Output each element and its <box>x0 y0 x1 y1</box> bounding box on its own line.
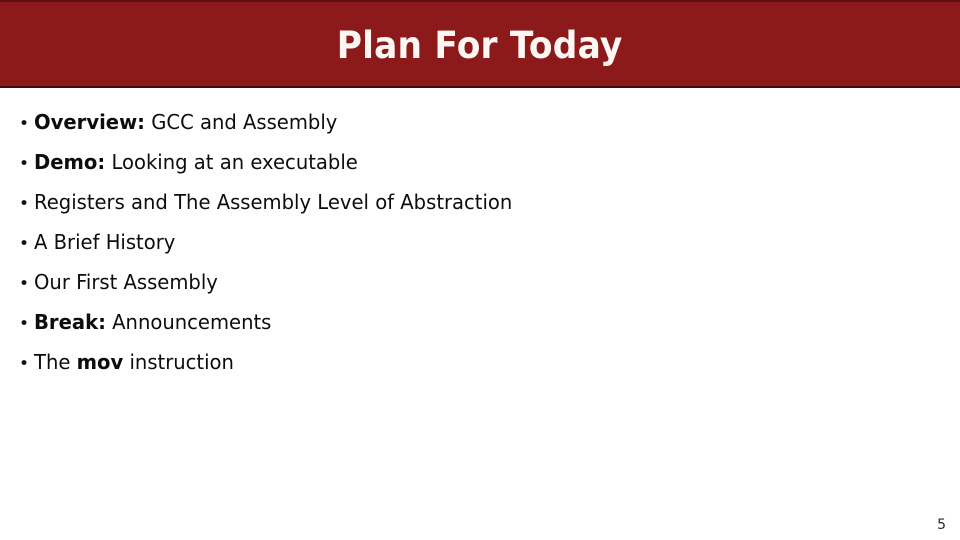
bullet-point-icon: • <box>19 234 30 254</box>
list-item-text: A Brief History <box>34 222 175 262</box>
list-item-rest: GCC and Assembly <box>145 110 338 134</box>
bullet-point-icon: • <box>19 114 30 134</box>
list-item-text: Overview: GCC and Assembly <box>34 102 337 142</box>
slide-title-banner: Plan For Today <box>0 0 960 88</box>
list-item-rest: Looking at an executable <box>105 150 358 174</box>
page-title: Plan For Today <box>337 23 623 67</box>
list-item-rest: A Brief History <box>34 230 176 254</box>
bullet-point-icon: • <box>19 314 30 334</box>
list-item-rest: Our First Assembly <box>34 270 218 294</box>
list-item: • A Brief History <box>19 222 535 262</box>
bullet-point-icon: • <box>19 354 30 374</box>
list-item: • Break: Announcements <box>19 302 535 342</box>
page-number: 5 <box>937 517 946 533</box>
list-item-text: Break: Announcements <box>34 302 271 342</box>
list-item-rest: Announcements <box>105 310 272 334</box>
slide: Plan For Today • Overview: GCC and Assem… <box>0 0 960 540</box>
list-item-keyword: mov <box>76 350 124 374</box>
list-item: • Demo: Looking at an executable <box>19 142 535 182</box>
list-item-text: The mov instruction <box>34 342 234 382</box>
list-item-rest-2: instruction <box>123 350 234 374</box>
list-item: • The mov instruction <box>19 342 535 382</box>
list-item-text: Our First Assembly <box>34 262 218 302</box>
bullet-point-icon: • <box>19 154 30 174</box>
list-item: • Our First Assembly <box>19 262 535 302</box>
bullet-point-icon: • <box>19 194 30 214</box>
list-item-text: Demo: Looking at an executable <box>34 142 358 182</box>
slide-body: • Overview: GCC and Assembly • Demo: Loo… <box>0 88 960 540</box>
list-item: • Registers and The Assembly Level of Ab… <box>19 182 535 222</box>
list-item: • Overview: GCC and Assembly <box>19 102 535 142</box>
list-item-rest: The <box>34 350 77 374</box>
list-item-text: Registers and The Assembly Level of Abst… <box>34 182 512 222</box>
list-item-rest: Registers and The Assembly Level of Abst… <box>34 190 513 214</box>
list-item-lead: Demo: <box>34 150 106 174</box>
bullet-point-icon: • <box>19 274 30 294</box>
list-item-lead: Overview: <box>34 110 146 134</box>
list-item-lead: Break: <box>34 310 106 334</box>
agenda-bullet-list: • Overview: GCC and Assembly • Demo: Loo… <box>19 102 535 382</box>
